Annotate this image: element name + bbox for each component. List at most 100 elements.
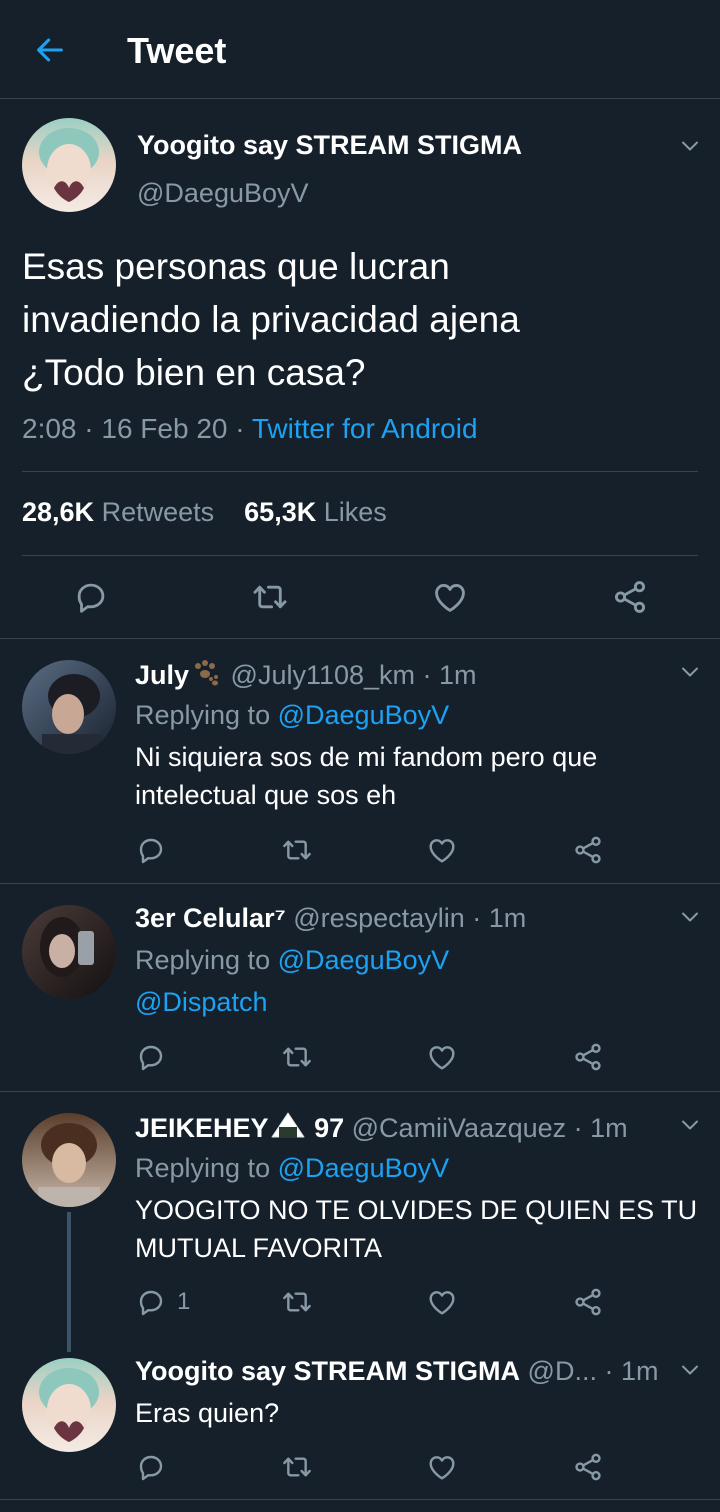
retweets-label: Retweets <box>101 497 215 527</box>
share-icon <box>572 834 604 866</box>
reply-header: JEIKEHEY 97 @CamiiVaazquez · 1m <box>135 1111 628 1144</box>
author-handle[interactable]: @July1108_km · 1m <box>231 660 477 690</box>
speech-bubble-icon <box>135 1451 167 1483</box>
replying-to-link[interactable]: @DaeguBoyV <box>278 945 450 975</box>
reply-text-line: intelectual que sos eh <box>135 780 397 810</box>
reply-button[interactable] <box>135 1041 167 1073</box>
share-button[interactable] <box>572 1286 604 1318</box>
reply-text: @Dispatch <box>135 983 267 1021</box>
divider <box>0 1499 720 1500</box>
reply-text: Ni siquiera sos de mi fandom pero que in… <box>135 738 597 814</box>
replying-to: Replying to @DaeguBoyV <box>135 700 449 731</box>
share-button[interactable] <box>572 1451 604 1483</box>
avatar[interactable] <box>22 905 116 999</box>
retweet-icon <box>281 1451 313 1483</box>
mention-link[interactable]: @Dispatch <box>135 983 267 1021</box>
reply-text: YOOGITO NO TE OLVIDES DE QUIEN ES TU MUT… <box>135 1191 697 1267</box>
heart-icon <box>426 1041 458 1073</box>
retweets-stat[interactable]: 28,6K Retweets <box>22 497 214 527</box>
author-handle[interactable]: @respectaylin · 1m <box>293 903 526 933</box>
heart-icon <box>426 834 458 866</box>
share-icon <box>572 1451 604 1483</box>
heart-icon <box>431 578 469 616</box>
retweet-icon <box>251 578 289 616</box>
author-name[interactable]: 3er Celular⁷ <box>135 903 286 933</box>
chevron-down-icon[interactable] <box>678 1358 702 1382</box>
replying-label: Replying to <box>135 1153 271 1183</box>
like-button[interactable] <box>431 578 469 616</box>
avatar[interactable] <box>22 118 116 212</box>
onigiri-emoji-icon <box>271 1112 305 1138</box>
retweet-button[interactable] <box>281 834 313 866</box>
like-button[interactable] <box>426 834 458 866</box>
tweet-stats: 28,6K Retweets 65,3K Likes <box>22 497 387 528</box>
speech-bubble-icon <box>135 1041 167 1073</box>
reply-timestamp: · 1m <box>604 1356 659 1386</box>
back-button[interactable] <box>30 32 70 68</box>
reply-button[interactable] <box>135 1451 167 1483</box>
speech-bubble-icon <box>72 578 110 616</box>
author-name[interactable]: Yoogito say STREAM STIGMA <box>137 130 522 161</box>
share-icon <box>572 1041 604 1073</box>
retweets-count: 28,6K <box>22 497 95 527</box>
retweet-icon <box>281 1286 313 1318</box>
page-title: Tweet <box>127 30 227 71</box>
tweet-source-link[interactable]: Twitter for Android <box>252 413 478 444</box>
reply-text: Eras quien? <box>135 1394 279 1432</box>
author-handle[interactable]: @CamiiVaazquez · 1m <box>352 1113 628 1143</box>
divider <box>0 638 720 639</box>
author-name-suffix[interactable]: 97 <box>314 1113 344 1143</box>
reply-button[interactable] <box>135 834 167 866</box>
share-button[interactable] <box>572 834 604 866</box>
share-icon <box>611 578 649 616</box>
tweet-text-line: Esas personas que lucran <box>22 246 450 287</box>
reply-text-line: YOOGITO NO TE OLVIDES DE QUIEN ES TU <box>135 1195 698 1225</box>
avatar[interactable] <box>22 660 116 754</box>
tweet-text-line: invadiendo la privacidad ajena <box>22 299 520 340</box>
chevron-down-icon[interactable] <box>678 660 702 684</box>
author-handle[interactable]: @DaeguBoyV <box>137 178 309 209</box>
share-button[interactable] <box>572 1041 604 1073</box>
reply-button[interactable]: 1 <box>135 1286 190 1318</box>
retweet-button[interactable] <box>281 1451 313 1483</box>
divider <box>22 471 698 472</box>
share-button[interactable] <box>611 578 649 616</box>
likes-stat[interactable]: 65,3K Likes <box>244 497 387 527</box>
reply-text-line: MUTUAL FAVORITA <box>135 1233 383 1263</box>
retweet-button[interactable] <box>281 1041 313 1073</box>
retweet-button[interactable] <box>251 578 289 616</box>
divider <box>22 555 698 556</box>
speech-bubble-icon <box>135 1286 167 1318</box>
replying-label: Replying to <box>135 700 271 730</box>
replying-to: Replying to @DaeguBoyV <box>135 1153 449 1184</box>
tweet-text-line: ¿Todo bien en casa? <box>22 352 366 393</box>
tweet-meta: 2:08 · 16 Feb 20 · Twitter for Android <box>22 413 478 445</box>
author-handle[interactable]: @D... <box>528 1356 597 1386</box>
retweet-icon <box>281 1041 313 1073</box>
reply-header: July @July1108_km · 1m <box>135 658 477 691</box>
reply-header: Yoogito say STREAM STIGMA @D... · 1m <box>135 1356 658 1387</box>
replying-label: Replying to <box>135 945 271 975</box>
chevron-down-icon[interactable] <box>678 1113 702 1137</box>
reply-button[interactable] <box>72 578 110 616</box>
retweet-button[interactable] <box>281 1286 313 1318</box>
like-button[interactable] <box>426 1451 458 1483</box>
chevron-down-icon[interactable] <box>678 134 702 158</box>
author-name[interactable]: July <box>135 660 189 690</box>
thread-connector <box>67 1212 71 1352</box>
retweet-icon <box>281 834 313 866</box>
heart-icon <box>426 1451 458 1483</box>
chevron-down-icon[interactable] <box>678 905 702 929</box>
like-button[interactable] <box>426 1041 458 1073</box>
avatar[interactable] <box>22 1113 116 1207</box>
reply-header: 3er Celular⁷ @respectaylin · 1m <box>135 903 526 934</box>
replying-to-link[interactable]: @DaeguBoyV <box>278 1153 450 1183</box>
replying-to-link[interactable]: @DaeguBoyV <box>278 700 450 730</box>
arrow-left-icon <box>37 38 63 62</box>
heart-icon <box>426 1286 458 1318</box>
avatar[interactable] <box>22 1358 116 1452</box>
like-button[interactable] <box>426 1286 458 1318</box>
divider <box>0 883 720 884</box>
author-name[interactable]: Yoogito say STREAM STIGMA <box>135 1356 520 1386</box>
author-name[interactable]: JEIKEHEY <box>135 1113 269 1143</box>
